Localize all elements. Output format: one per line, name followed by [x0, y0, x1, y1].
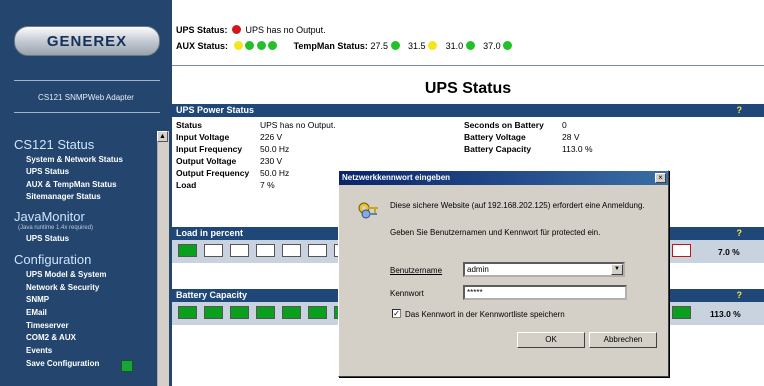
- level-segment: [672, 244, 691, 257]
- ups-power-panel-title: UPS Power Status: [176, 105, 255, 115]
- ups-status-value: UPS has no Output.: [245, 25, 326, 35]
- dialog-message: Diese sichere Website (auf 192.168.202.1…: [390, 201, 645, 210]
- cancel-button[interactable]: Abbrechen: [589, 332, 657, 348]
- load-panel-title: Load in percent: [176, 228, 244, 238]
- level-segment: [308, 244, 327, 257]
- battery-value: 113.0 %: [710, 309, 741, 319]
- level-segment: [204, 244, 223, 257]
- java-runtime-note: (Java runtime 1.4x required): [18, 225, 94, 231]
- nav-item-system-network-status[interactable]: System & Network Status: [26, 155, 123, 164]
- username-combobox[interactable]: admin ▼: [463, 262, 625, 277]
- remember-password-checkbox[interactable]: ✓: [392, 309, 401, 318]
- level-segment: [672, 306, 691, 319]
- sidebar-divider: [14, 112, 160, 113]
- aux-status-line: AUX Status: TempMan Status: 27.5 31.5 31…: [176, 41, 513, 51]
- nav-item-events[interactable]: Events: [26, 346, 52, 355]
- level-segment: [230, 306, 249, 319]
- nav-item-email[interactable]: EMail: [26, 308, 47, 317]
- adapter-subtitle: CS121 SNMPWeb Adapter: [38, 93, 134, 102]
- password-value: *****: [467, 288, 483, 297]
- red-status-light-icon: [232, 25, 242, 34]
- dialog-prompt: Geben Sie Benutzernamen und Kennwort für…: [390, 228, 601, 237]
- nav-item-ups-status[interactable]: UPS Status: [26, 167, 69, 176]
- floppy-disk-icon[interactable]: [121, 360, 133, 372]
- username-value: admin: [467, 265, 489, 274]
- password-label: Kennwort: [390, 289, 424, 298]
- scroll-up-arrow-icon[interactable]: ▲: [157, 131, 168, 142]
- nav-heading-configuration: Configuration: [14, 252, 92, 267]
- password-field[interactable]: *****: [463, 285, 627, 300]
- kv-row: Seconds on Battery 0: [464, 120, 567, 130]
- green-status-light-icon: [390, 41, 400, 50]
- temp-value: 27.5: [370, 41, 388, 51]
- close-icon[interactable]: ×: [655, 173, 666, 183]
- kv-row: Battery Voltage 28 V: [464, 132, 580, 142]
- level-segment: [204, 306, 223, 319]
- yellow-status-light-icon: [233, 41, 243, 50]
- aux-status-label: AUX Status:: [176, 41, 229, 51]
- generex-logo: GENEREX: [14, 26, 160, 56]
- level-segment: [256, 244, 275, 257]
- kv-row: Load 7 %: [176, 180, 275, 190]
- nav-heading-cs121-status: CS121 Status: [14, 137, 95, 152]
- nav-item-com2-aux[interactable]: COM2 & AUX: [26, 333, 76, 342]
- level-segment: [282, 306, 301, 319]
- help-icon[interactable]: ?: [737, 227, 743, 240]
- ok-button[interactable]: OK: [517, 332, 585, 348]
- level-segment: [308, 306, 327, 319]
- help-icon[interactable]: ?: [737, 104, 743, 117]
- ups-status-line: UPS Status: UPS has no Output.: [176, 25, 326, 35]
- remember-password-label: Das Kennwort in der Kennwortliste speich…: [405, 310, 565, 319]
- nav-item-aux-tempman-status[interactable]: AUX & TempMan Status: [26, 180, 117, 189]
- temp-value: 31.0: [445, 41, 464, 51]
- nav-heading-javamonitor: JavaMonitor: [14, 209, 85, 224]
- temp-value: 37.0: [483, 41, 501, 51]
- power-right-list: Seconds on Battery 0 Battery Voltage 28 V …: [464, 120, 664, 156]
- yellow-status-light-icon: [428, 41, 438, 50]
- kv-row: Output Voltage 230 V: [176, 156, 283, 166]
- power-left-list: Status UPS has no Output. Input Voltage 22…: [176, 120, 346, 192]
- nav-item-network-security[interactable]: Network & Security: [26, 283, 99, 292]
- load-value: 7.0 %: [718, 247, 740, 257]
- green-status-light-icon: [465, 41, 475, 50]
- level-segment: [256, 306, 275, 319]
- level-segment: [230, 244, 249, 257]
- chevron-down-icon[interactable]: ▼: [611, 264, 623, 275]
- dialog-title-bar[interactable]: Netzwerkkennwort eingeben: [339, 171, 668, 185]
- nav-item-save-configuration[interactable]: Save Configuration: [26, 359, 99, 368]
- kv-row: Input Voltage 226 V: [176, 132, 283, 142]
- ups-power-panel-header: UPS Power Status ?: [172, 104, 764, 117]
- green-status-light-icon: [503, 41, 513, 50]
- green-status-light-icon: [268, 41, 278, 50]
- nav-item-snmp[interactable]: SNMP: [26, 295, 49, 304]
- kv-row: Battery Capacity 113.0 %: [464, 144, 593, 154]
- page-title: UPS Status: [424, 80, 512, 97]
- temp-value: 31.5: [408, 41, 426, 51]
- nav-item-java-ups-status[interactable]: UPS Status: [26, 234, 69, 243]
- kv-row: Input Frequency 50.0 Hz: [176, 144, 290, 154]
- nav-item-sitemanager-status[interactable]: Sitemanager Status: [26, 192, 101, 201]
- sidebar-scrollbar[interactable]: [157, 131, 169, 386]
- kv-row: Output Frequency 50.0 Hz: [176, 168, 290, 178]
- level-segment: [178, 306, 197, 319]
- level-segment: [178, 244, 197, 257]
- green-status-light-icon: [256, 41, 266, 50]
- green-status-light-icon: [245, 41, 255, 50]
- kv-row: Status UPS has no Output.: [176, 120, 336, 130]
- username-label: Benutzername: [390, 266, 443, 275]
- sidebar-divider: [14, 80, 160, 81]
- ups-status-label: UPS Status:: [176, 25, 228, 35]
- login-dialog: Netzwerkkennwort eingeben × Diese sicher…: [338, 170, 669, 377]
- help-icon[interactable]: ?: [737, 289, 743, 302]
- battery-panel-title: Battery Capacity: [176, 290, 248, 300]
- nav-item-timeserver[interactable]: Timeserver: [26, 321, 69, 330]
- tempman-status-label: TempMan Status:: [293, 41, 368, 51]
- nav-item-ups-model-system[interactable]: UPS Model & System: [26, 270, 106, 279]
- level-segment: [282, 244, 301, 257]
- keys-icon: [358, 202, 378, 219]
